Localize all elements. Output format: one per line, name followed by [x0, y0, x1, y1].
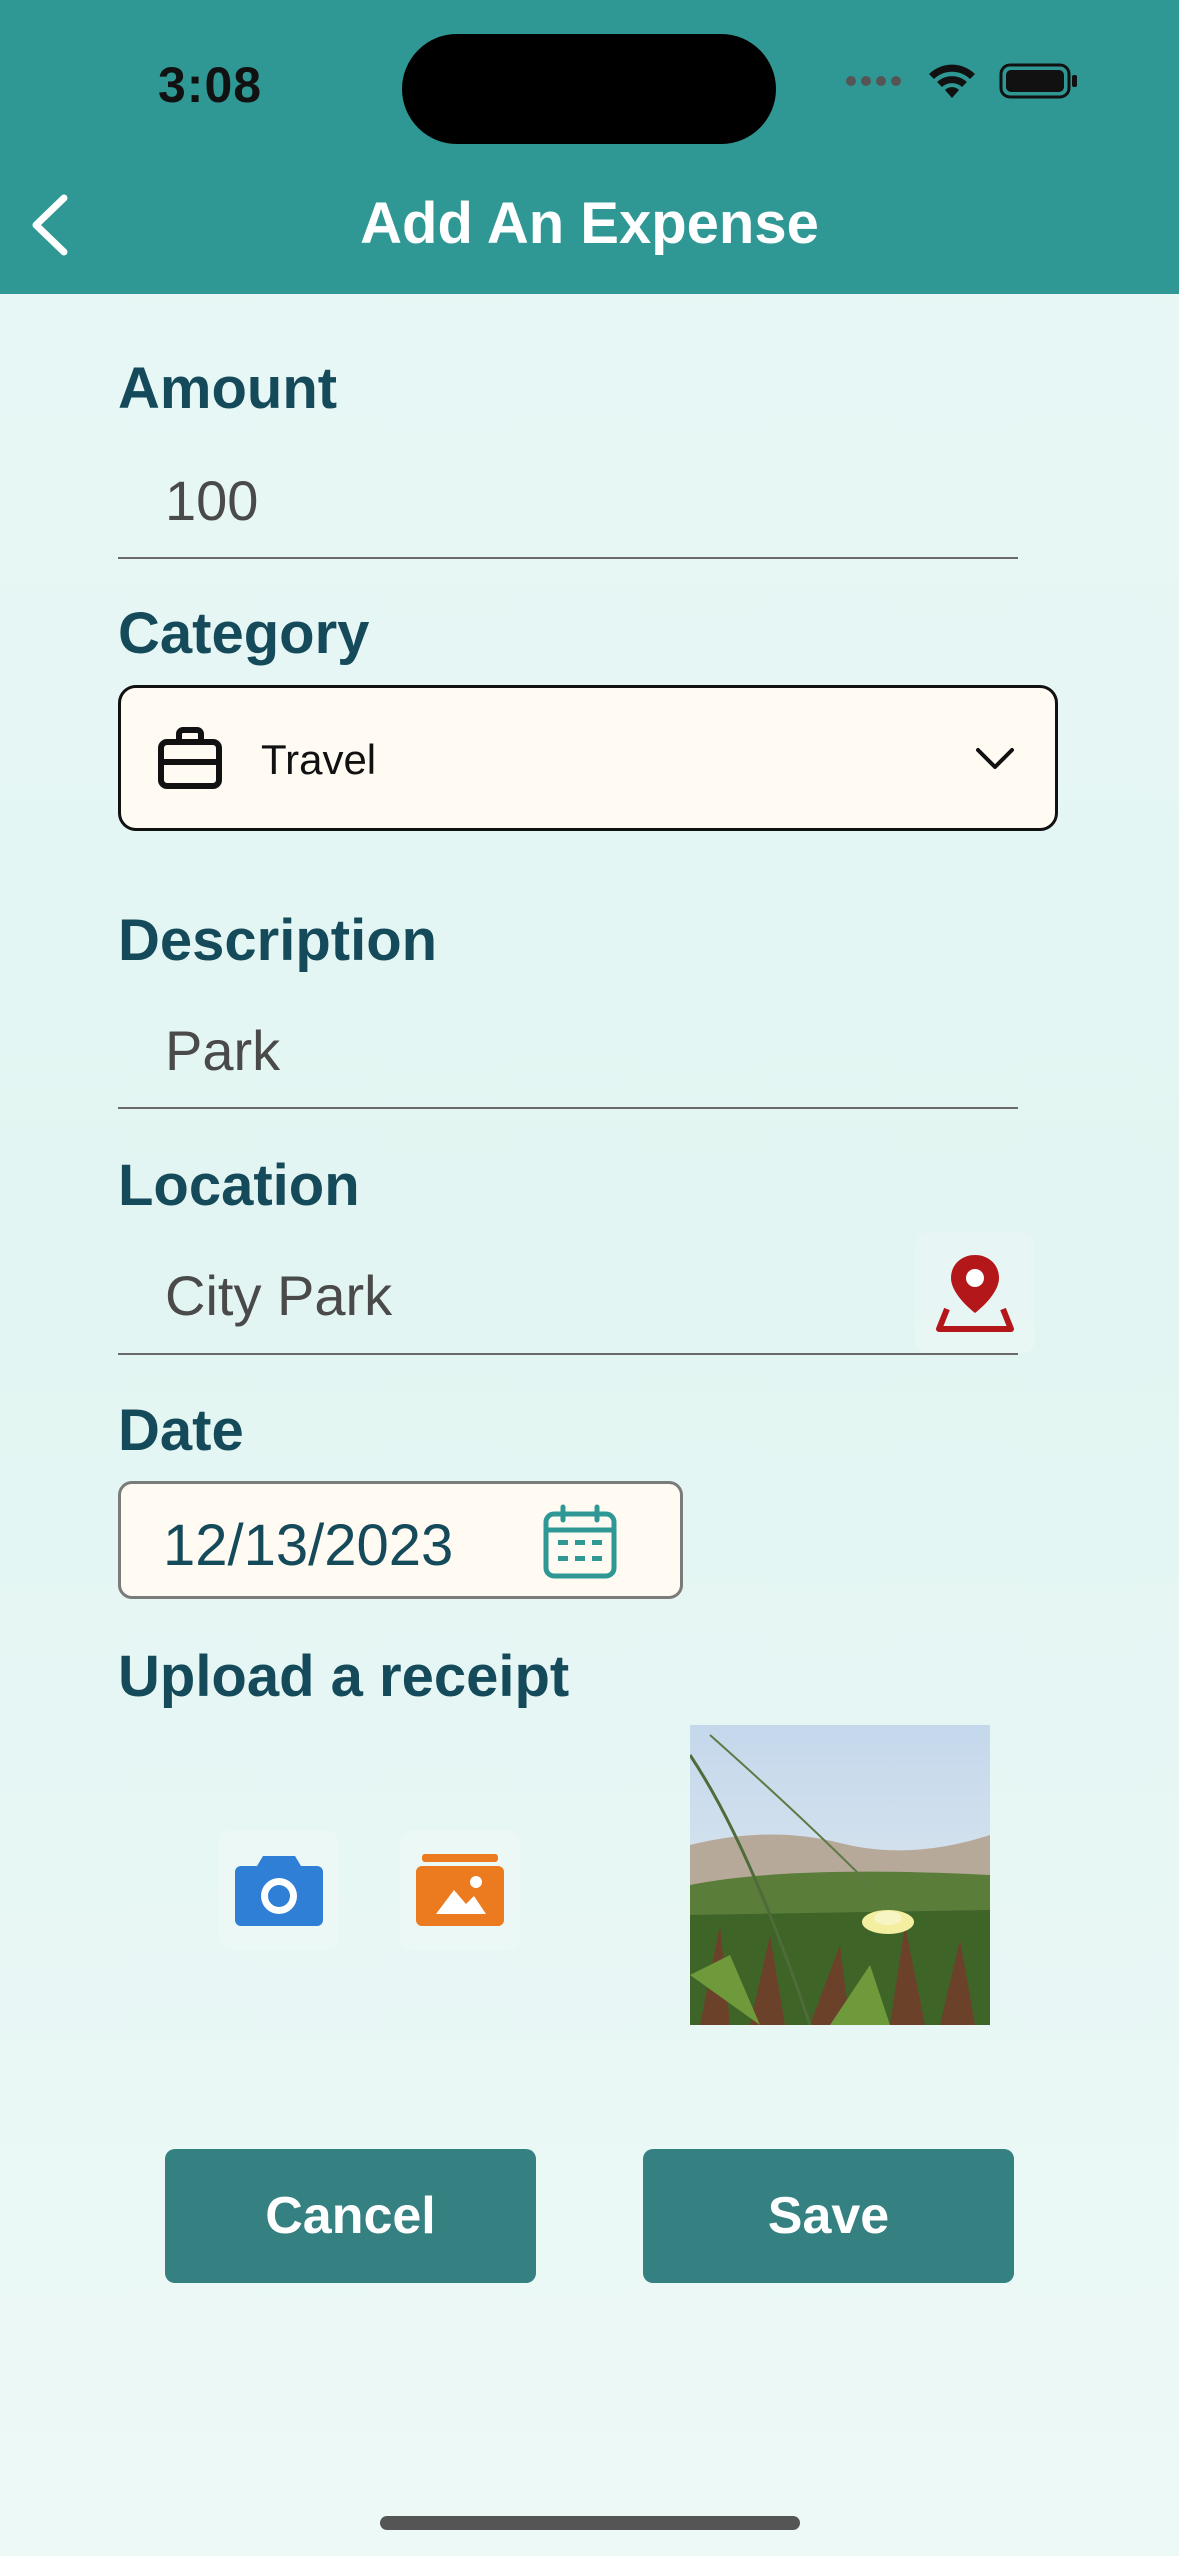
- camera-button[interactable]: [219, 1830, 339, 1950]
- receipt-photo-image: [690, 1725, 990, 2025]
- location-label: Location: [118, 1153, 360, 1218]
- description-label: Description: [118, 908, 438, 973]
- app-header: 3:08 Add An Expense: [0, 0, 1179, 294]
- battery-icon: [999, 63, 1077, 99]
- page-title: Add An Expense: [360, 191, 819, 256]
- gallery-button[interactable]: [400, 1830, 520, 1950]
- dynamic-island: [402, 34, 776, 144]
- date-picker[interactable]: 12/13/2023: [118, 1481, 683, 1599]
- date-value: 12/13/2023: [163, 1513, 454, 1578]
- location-underline: [118, 1353, 1018, 1355]
- amount-underline: [118, 557, 1018, 559]
- gallery-icon: [416, 1854, 504, 1926]
- home-indicator: [380, 2516, 800, 2530]
- signal-icon: [846, 76, 901, 86]
- category-label: Category: [118, 601, 370, 666]
- wifi-icon: [929, 64, 975, 98]
- description-underline: [118, 1107, 1018, 1109]
- amount-label: Amount: [118, 356, 338, 421]
- calendar-icon[interactable]: [541, 1504, 619, 1582]
- map-pin-icon: [936, 1255, 1014, 1332]
- save-button[interactable]: Save: [643, 2149, 1014, 2283]
- category-selected-value: Travel: [261, 736, 377, 783]
- cancel-button[interactable]: Cancel: [165, 2149, 536, 2283]
- category-select[interactable]: Travel: [118, 685, 1058, 831]
- chevron-down-icon: [976, 748, 1014, 769]
- location-input[interactable]: City Park: [165, 1263, 392, 1328]
- status-time: 3:08: [158, 57, 263, 113]
- receipt-thumbnail[interactable]: [690, 1725, 990, 2025]
- description-input[interactable]: Park: [165, 1018, 280, 1083]
- briefcase-icon: [158, 727, 222, 789]
- location-pin-button[interactable]: [915, 1233, 1035, 1353]
- status-icons: [845, 62, 1079, 100]
- camera-icon: [235, 1856, 323, 1926]
- receipt-label: Upload a receipt: [118, 1644, 570, 1709]
- amount-input[interactable]: 100: [165, 468, 258, 533]
- date-label: Date: [118, 1398, 244, 1463]
